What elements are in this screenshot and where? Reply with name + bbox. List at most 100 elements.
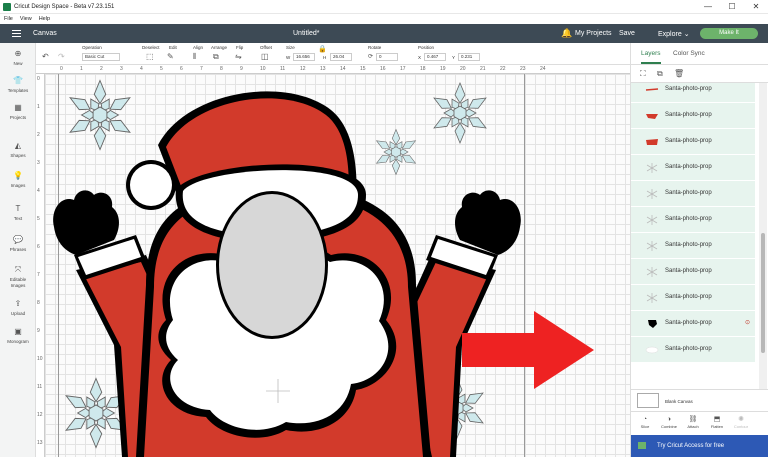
x-label: X (418, 55, 422, 60)
sidebar-item-projects[interactable]: ▦ Projects (0, 103, 36, 120)
promo-text: Try Cricut Access for free (657, 443, 725, 449)
menu-view[interactable]: View (20, 16, 32, 22)
layer-row[interactable]: Santa-photo-prop ⊙ (631, 311, 755, 337)
save-button[interactable]: Save (619, 30, 635, 37)
plus-icon: ⊕ (14, 49, 22, 58)
redo-icon[interactable]: ↷ (58, 52, 65, 62)
combine-label: Combine (660, 424, 677, 429)
y-input[interactable]: 0.231 (458, 53, 480, 61)
slice-label: Slice (640, 424, 650, 429)
layer-thumbnail (645, 241, 659, 251)
shirt-icon: 👕 (13, 76, 23, 85)
attach-button[interactable]: ⛓ Attach (681, 415, 705, 429)
hamburger-menu-icon[interactable] (12, 30, 21, 37)
group-icon[interactable]: ⛶ (640, 69, 646, 79)
flatten-label: Flatten (710, 424, 724, 429)
tab-color-sync[interactable]: Color Sync (673, 50, 705, 57)
cricut-access-icon (638, 442, 646, 449)
layer-row[interactable]: Santa-photo-prop (631, 103, 755, 129)
sidebar-item-upload[interactable]: ⇪ Upload (0, 299, 36, 316)
align-icon[interactable]: ⫴ (193, 52, 196, 62)
undo-icon[interactable]: ↶ (42, 52, 49, 62)
section-title: Canvas (33, 30, 57, 37)
lock-icon[interactable]: 🔒 (318, 45, 327, 55)
arrange-icon[interactable]: ⧉ (213, 52, 219, 62)
layer-name: Santa-photo-prop (665, 268, 712, 274)
layer-name: Santa-photo-prop (665, 164, 712, 170)
panel-tabs: Layers Color Sync (631, 43, 768, 65)
slice-button[interactable]: ◔ Slice (633, 415, 657, 429)
design-canvas[interactable]: 0 1 2 3 4 5 6 7 8 9 10 11 12 13 14 15 16 17 18 19 20 21 22 23 24… (36, 65, 630, 457)
rotate-input[interactable]: 0 (376, 53, 398, 61)
monogram-icon: ▣ (14, 327, 22, 336)
grid-icon: ▦ (14, 103, 22, 112)
contour-button[interactable]: ✺ Contour (729, 415, 753, 429)
maximize-button[interactable]: ☐ (720, 0, 744, 14)
menu-file[interactable]: File (4, 16, 13, 22)
app-header: Canvas Untitled* 🔔 My Projects Save Expl… (0, 24, 768, 43)
x-input[interactable]: 0.467 (424, 53, 446, 61)
flatten-button[interactable]: ⬒ Flatten (705, 415, 729, 429)
blank-canvas-row[interactable]: Blank Canvas (631, 389, 768, 411)
layer-row[interactable]: Santa-photo-prop (631, 155, 755, 181)
sidebar-label: New (13, 61, 23, 66)
cricut-access-banner[interactable]: Try Cricut Access for free (631, 435, 768, 457)
sidebar-item-text[interactable]: T Text (0, 204, 36, 221)
notification-bell-icon[interactable]: 🔔 (561, 28, 572, 39)
offset-icon[interactable]: ◫ (261, 52, 269, 62)
scrollbar-thumb[interactable] (761, 233, 765, 353)
layers-panel: Layers Color Sync ⛶ ⧉ 🗑 Santa-photo-prop… (630, 43, 768, 457)
menu-help[interactable]: Help (39, 16, 50, 22)
layer-row[interactable]: Santa-photo-prop (631, 129, 755, 155)
my-projects-link[interactable]: My Projects (575, 30, 612, 37)
layer-row[interactable]: Santa-photo-prop (631, 337, 755, 363)
document-title[interactable]: Untitled* (293, 30, 319, 37)
layer-row[interactable]: Santa-photo-prop (631, 233, 755, 259)
sidebar-item-templates[interactable]: 👕 Templates (0, 76, 36, 93)
tab-layers[interactable]: Layers (641, 50, 661, 64)
sidebar-label: Monogram (7, 339, 29, 344)
make-it-button[interactable]: Make It (700, 28, 758, 39)
size-label: Size (286, 45, 295, 50)
flatten-icon: ⬒ (713, 416, 721, 423)
edit-icon[interactable]: ✎ (167, 52, 174, 62)
explore-dropdown[interactable]: Explore ⌄ (658, 30, 690, 38)
santa-figure (53, 91, 521, 457)
layer-row[interactable]: Santa-photo-prop (631, 207, 755, 233)
height-input[interactable]: 26.04 (330, 53, 352, 61)
upload-icon: ⇪ (14, 299, 22, 308)
layer-row[interactable]: Santa-photo-prop (631, 285, 755, 311)
width-input[interactable]: 16.656 (293, 53, 315, 61)
layer-thumbnail (645, 85, 659, 95)
layer-row[interactable]: Santa-photo-prop (631, 181, 755, 207)
slice-icon: ◔ (642, 416, 648, 423)
operation-select[interactable]: Basic Cut (82, 53, 120, 61)
layer-row[interactable]: Santa-photo-prop (631, 259, 755, 285)
santa-artwork[interactable] (36, 65, 630, 457)
layers-scrollbar[interactable] (759, 83, 767, 389)
close-window-button[interactable]: ✕ (744, 0, 768, 14)
layer-actions: ⛶ ⧉ 🗑 (631, 65, 768, 83)
sidebar-item-new[interactable]: ⊕ New (0, 49, 36, 66)
snowflake-top-right (431, 82, 489, 144)
duplicate-icon[interactable]: ⧉ (657, 69, 663, 79)
edit-toolbar: ↶ ↷ Operation Basic Cut Deselect ⬚ Edit … (36, 43, 630, 65)
layer-thumbnail (645, 293, 659, 303)
minimize-button[interactable]: — (696, 0, 720, 14)
sidebar-label: Images (10, 183, 26, 188)
sidebar-item-shapes[interactable]: ◭ Shapes (0, 141, 36, 158)
sidebar-item-images[interactable]: 💡 Images (0, 171, 36, 188)
visibility-icon[interactable]: ⊙ (745, 319, 750, 326)
sidebar-item-monogram[interactable]: ▣ Monogram (0, 327, 36, 344)
flip-icon[interactable]: ⇋ (235, 52, 242, 62)
canvas-swatch[interactable] (637, 393, 659, 408)
sidebar-item-phrases[interactable]: 💬 Phrases (0, 235, 36, 252)
app-icon (3, 2, 11, 11)
combine-button[interactable]: ◑ Combine (657, 415, 681, 429)
delete-icon[interactable]: 🗑 (674, 69, 684, 78)
editable-icon: ⤧ (14, 265, 22, 274)
deselect-icon[interactable]: ⬚ (146, 52, 154, 62)
sidebar-item-editable-images[interactable]: ⤧ Editable Images (0, 265, 36, 289)
layer-row[interactable]: Santa-photo-prop (631, 83, 755, 103)
snowflake-top-left (66, 80, 134, 150)
